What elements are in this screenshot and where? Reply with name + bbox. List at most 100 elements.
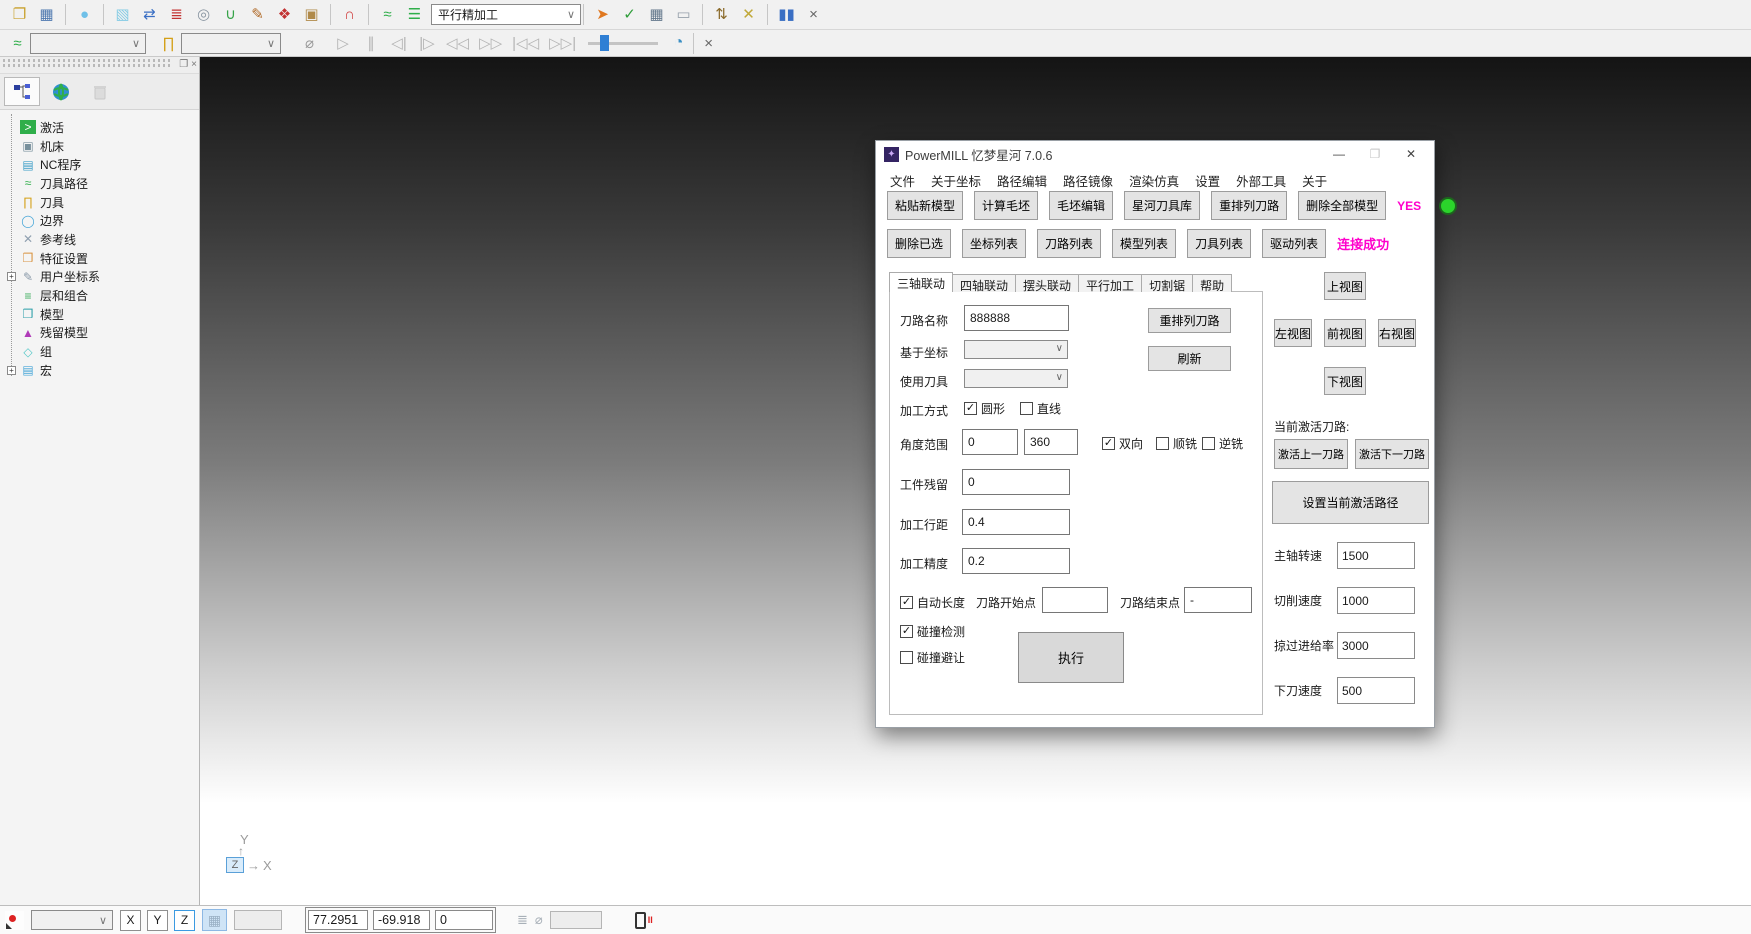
mode-circle-checkbox[interactable]: ✓ 圆形: [964, 400, 1005, 417]
axis-z-button[interactable]: Z: [174, 910, 195, 931]
simulation-toolpath-dropdown[interactable]: ∨: [30, 33, 146, 54]
menu-item[interactable]: 文件: [882, 168, 923, 193]
block-icon[interactable]: ▧: [110, 3, 135, 27]
param-input[interactable]: 500: [1337, 677, 1415, 704]
tree-item-patterns[interactable]: + ✕ 参考线: [5, 230, 199, 249]
menu-item[interactable]: 外部工具: [1228, 168, 1294, 193]
grid-toggle-button[interactable]: ▦: [202, 909, 227, 931]
tool-list-button[interactable]: 刀具列表: [1187, 229, 1251, 258]
collision-detect-checkbox[interactable]: ✓ 碰撞检测: [900, 623, 965, 640]
go-to-end-button[interactable]: ▷▷|: [549, 31, 576, 55]
explorer-trash-tab[interactable]: [82, 77, 118, 106]
model-list-button[interactable]: 模型列表: [1112, 229, 1176, 258]
ruler-icon[interactable]: ▭: [671, 3, 696, 27]
levels-icon[interactable]: ≣: [164, 3, 189, 27]
tool-change-icon[interactable]: ⇅: [709, 3, 734, 27]
explorer-panel-header[interactable]: ❐ ×: [0, 57, 199, 74]
toolpath-list-button[interactable]: 刀路列表: [1037, 229, 1101, 258]
step-forward-button[interactable]: |▷: [418, 31, 436, 55]
tree-item-groups[interactable]: + ◇ 组: [5, 342, 199, 361]
angle-to-input[interactable]: 360: [1024, 429, 1078, 455]
param-input[interactable]: 1500: [1337, 542, 1415, 569]
angle-from-input[interactable]: 0: [962, 429, 1018, 455]
clock-icon[interactable]: ◔: [666, 31, 691, 55]
tree-item-boundaries[interactable]: + ◯ 边界: [5, 211, 199, 230]
rearrange-toolpaths-button[interactable]: 重排列刀路: [1211, 191, 1287, 220]
save-project-icon[interactable]: ▦: [34, 3, 59, 27]
strategy-dropdown[interactable]: 平行精加工 ∨: [431, 4, 581, 25]
tree-item-stock-models[interactable]: + ▲ 残留模型: [5, 324, 199, 343]
panel-restore-icon[interactable]: ❐: [179, 58, 188, 72]
tab[interactable]: 帮助: [1192, 274, 1232, 292]
snap-options-button[interactable]: [5, 911, 24, 930]
view-top-button[interactable]: 上视图: [1324, 272, 1366, 300]
close-playback-toolbar-icon[interactable]: ×: [696, 31, 721, 55]
dialog-title-bar[interactable]: ✦ PowerMILL 忆梦星河 7.0.6 — ❐ ✕: [876, 141, 1434, 165]
status-dropdown[interactable]: ∨: [31, 910, 113, 930]
rewind-button[interactable]: ◁◁: [446, 31, 469, 55]
boundary-icon[interactable]: ∪: [218, 3, 243, 27]
tree-item-macros[interactable]: + ▤ 宏: [5, 361, 199, 380]
rotate-view-icon[interactable]: [635, 912, 646, 929]
delete-all-models-button[interactable]: 删除全部模型: [1298, 191, 1386, 220]
calculator-icon[interactable]: ▦: [644, 3, 669, 27]
open-project-icon[interactable]: ❐: [7, 3, 32, 27]
toolpath-list-icon[interactable]: ☰: [402, 3, 427, 27]
view-left-button[interactable]: 左视图: [1274, 319, 1312, 347]
rearrange-toolpaths-form-button[interactable]: 重排列刀路: [1148, 308, 1231, 333]
feature-set-icon[interactable]: ▣: [299, 3, 324, 27]
explorer-tree-tab[interactable]: [4, 77, 40, 106]
menu-item[interactable]: 渲染仿真: [1121, 168, 1187, 193]
tree-item-feature-sets[interactable]: + ❒ 特征设置: [5, 249, 199, 268]
fast-forward-button[interactable]: ▷▷: [479, 31, 502, 55]
activate-next-toolpath-button[interactable]: 激活下一刀路: [1355, 439, 1429, 469]
stock-allowance-input[interactable]: 0: [962, 469, 1070, 495]
explorer-globe-tab[interactable]: [43, 77, 79, 106]
tool-icon[interactable]: ◎: [191, 3, 216, 27]
activate-prev-toolpath-button[interactable]: 激活上一刀路: [1274, 439, 1348, 469]
execute-button[interactable]: 执行: [1018, 632, 1124, 683]
slider-thumb[interactable]: [600, 35, 609, 51]
stepover-input[interactable]: 0.4: [962, 509, 1070, 535]
collision-avoid-checkbox[interactable]: 碰撞避让: [900, 649, 965, 666]
use-tool-dropdown[interactable]: ∨: [964, 369, 1068, 388]
tab[interactable]: 平行加工: [1078, 274, 1142, 292]
tree-item-nc-programs[interactable]: + ▤ NC程序: [5, 155, 199, 174]
simulation-speed-slider[interactable]: [588, 34, 658, 52]
step-back-button[interactable]: ◁|: [390, 31, 408, 55]
menu-item[interactable]: 设置: [1187, 168, 1228, 193]
dir-climb-checkbox[interactable]: 顺铣: [1156, 435, 1197, 452]
galaxy-tool-library-button[interactable]: 星河刀具库: [1124, 191, 1200, 220]
menu-item[interactable]: 路径编辑: [989, 168, 1055, 193]
simulate-icon[interactable]: ➤: [590, 3, 615, 27]
menu-item[interactable]: 路径镜像: [1055, 168, 1121, 193]
tolerance-input[interactable]: 0.2: [962, 548, 1070, 574]
mode-line-checkbox[interactable]: 直线: [1020, 400, 1061, 417]
param-input[interactable]: 1000: [1337, 587, 1415, 614]
dir-both-checkbox[interactable]: ✓ 双向: [1102, 435, 1143, 452]
maximize-button[interactable]: ❐: [1360, 147, 1390, 161]
compare-models-icon[interactable]: ▮▮: [774, 3, 799, 27]
toolpath-ribbon-icon[interactable]: ≈: [375, 3, 400, 27]
menu-item[interactable]: 关于坐标: [923, 168, 989, 193]
probe-icon[interactable]: ⌀: [535, 912, 543, 928]
points-icon[interactable]: ❖: [272, 3, 297, 27]
minimize-button[interactable]: —: [1324, 147, 1354, 161]
tree-item-machine-tool[interactable]: + ▣ 机床: [5, 137, 199, 156]
tree-item-workplanes[interactable]: + ✎ 用户坐标系: [5, 268, 199, 287]
calc-block-button[interactable]: 计算毛坯: [974, 191, 1038, 220]
auto-length-checkbox[interactable]: ✓ 自动长度: [900, 594, 965, 611]
verify-icon[interactable]: ✓: [617, 3, 642, 27]
end-point-input[interactable]: -: [1184, 587, 1252, 613]
start-point-input[interactable]: [1042, 587, 1108, 613]
go-to-start-button[interactable]: |◁◁: [512, 31, 539, 55]
expander-icon[interactable]: +: [7, 272, 16, 281]
toolpath-name-input[interactable]: 888888: [964, 305, 1069, 331]
dir-conventional-checkbox[interactable]: 逆铣: [1202, 435, 1243, 452]
tree-item-toolpaths[interactable]: + ≈ 刀具路径: [5, 174, 199, 193]
xyz-readout-icon[interactable]: ≣: [517, 912, 528, 928]
close-button[interactable]: ✕: [1396, 147, 1426, 161]
tab[interactable]: 切割锯: [1141, 274, 1193, 292]
delete-selected-button[interactable]: 删除已选: [887, 229, 951, 258]
view-front-button[interactable]: 前视图: [1324, 319, 1366, 347]
